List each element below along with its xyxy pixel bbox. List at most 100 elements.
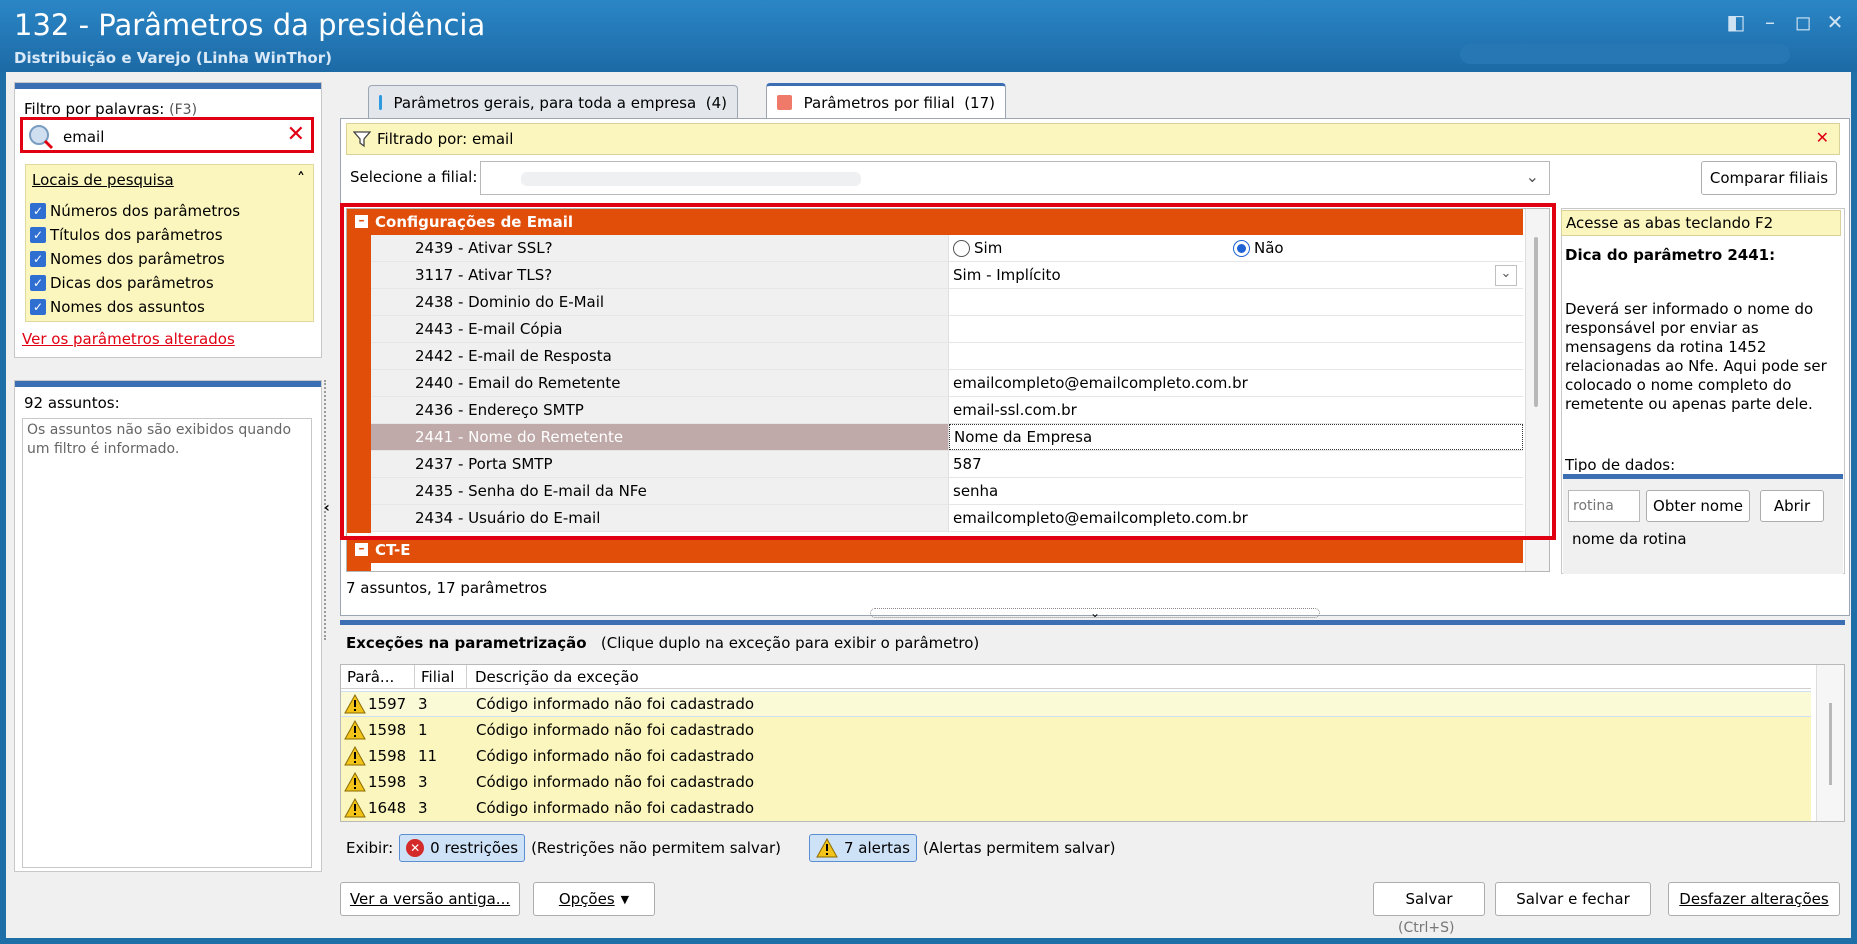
chevron-down-icon: ⌄ [1525, 167, 1539, 186]
data-type-label: Tipo de dados: [1565, 456, 1676, 472]
highlight-frame [340, 203, 1556, 540]
search-value: email [63, 128, 105, 146]
vertical-splitter[interactable]: ⌄ [870, 606, 1320, 620]
check-icon: ✓ [30, 227, 46, 243]
exception-filial: 3 [418, 773, 428, 791]
old-version-button[interactable]: Ver a versão antiga... [340, 882, 520, 916]
save-shortcut: (Ctrl+S) [1398, 920, 1455, 936]
routine-name: nome da rotina [1572, 530, 1687, 548]
subjects-note: Os assuntos não são exibidos quando um f… [22, 418, 312, 868]
exception-param: 1597 [368, 695, 407, 713]
exception-row[interactable]: 1598 3 Código informado não foi cadastrado [341, 769, 1811, 795]
exception-row[interactable]: 1598 1 Código informado não foi cadastrado [341, 717, 1811, 743]
group-header-cte[interactable]: – CT-E [347, 537, 1523, 563]
routine-box [1563, 474, 1843, 574]
folder-icon [777, 95, 792, 110]
check-icon: ✓ [30, 251, 46, 267]
check-icon: ✓ [30, 299, 46, 315]
tab-general-params[interactable]: Parâmetros gerais, para toda a empresa (… [368, 85, 738, 119]
exceptions-legend: Exibir: ✕ 0 restrições (Restrições não p… [346, 834, 1116, 862]
exception-desc: Código informado não foi cadastrado [476, 695, 755, 713]
checkbox-param-numbers[interactable]: ✓ Números dos parâmetros [30, 199, 240, 223]
branch-select[interactable]: ⌄ [480, 161, 1550, 195]
warning-icon [344, 772, 366, 792]
checkbox-param-tips[interactable]: ✓ Dicas dos parâmetros [30, 271, 240, 295]
exception-param: 1598 [368, 773, 407, 791]
routine-input[interactable] [1568, 490, 1640, 522]
tab-branch-params[interactable]: Parâmetros por filial (17) [766, 83, 1006, 119]
check-icon: ✓ [30, 275, 46, 291]
exception-desc: Código informado não foi cadastrado [476, 799, 755, 817]
search-input[interactable]: email ✕ [20, 117, 314, 153]
exception-desc: Código informado não foi cadastrado [476, 721, 755, 739]
exceptions-header: Exceções na parametrização (Clique duplo… [346, 634, 980, 652]
clear-search-icon[interactable]: ✕ [287, 122, 305, 147]
checkbox-subject-names[interactable]: ✓ Nomes dos assuntos [30, 295, 240, 319]
get-name-button[interactable]: Obter nome [1646, 490, 1750, 522]
collapse-left-icon[interactable]: ‹ [324, 500, 330, 516]
filter-text: Filtrado por: email [377, 130, 514, 148]
exception-desc: Código informado não foi cadastrado [476, 773, 755, 791]
exceptions-table: Parâ... Filial Descrição da exceção 1597… [340, 664, 1845, 822]
exception-desc: Código informado não foi cadastrado [476, 747, 755, 765]
warning-icon [344, 798, 366, 818]
tabs-hint: Acesse as abas teclando F2 [1561, 210, 1841, 236]
collapse-icon[interactable]: ˄ [297, 169, 305, 188]
col-filial[interactable]: Filial [415, 665, 467, 688]
open-button[interactable]: Abrir [1760, 490, 1824, 522]
locations-title: Locais de pesquisa [32, 171, 174, 189]
close-icon[interactable]: ✕ [1822, 10, 1848, 34]
exception-filial: 1 [418, 721, 428, 739]
exception-filial: 11 [418, 747, 438, 765]
restore-icon[interactable]: ◧ [1723, 10, 1749, 34]
tip-heading: Dica do parâmetro 2441: [1565, 246, 1776, 264]
exception-row[interactable]: 1648 3 Código informado não foi cadastrado [341, 795, 1811, 821]
compare-branches-button[interactable]: Comparar filiais [1701, 161, 1837, 195]
collapse-group-icon[interactable]: – [355, 542, 368, 556]
folder-icon [379, 95, 382, 110]
alerts-toggle[interactable]: 7 alertas [809, 834, 917, 862]
funnel-icon [353, 131, 371, 148]
save-close-button[interactable]: Salvar e fechar [1495, 882, 1651, 916]
col-param[interactable]: Parâ... [341, 665, 415, 688]
window-title: 132 - Parâmetros da presidência [14, 8, 486, 42]
error-icon: ✕ [406, 839, 425, 857]
exceptions-scrollbar[interactable] [1816, 665, 1844, 821]
checkbox-param-titles[interactable]: ✓ Títulos dos parâmetros [30, 223, 240, 247]
warning-icon [344, 746, 366, 766]
caret-down-icon: ▼ [620, 892, 630, 906]
window-subtitle: Distribuição e Varejo (Linha WinThor) [14, 49, 332, 67]
grid-footer: 7 assuntos, 17 parâmetros [346, 579, 548, 597]
scroll-thumb[interactable] [1829, 703, 1832, 785]
maximize-icon[interactable]: ◻ [1790, 10, 1816, 34]
branch-label: Selecione a filial: [350, 168, 478, 186]
exception-row[interactable]: 1598 11 Código informado não foi cadastrad… [341, 743, 1811, 769]
redacted-branch [521, 172, 861, 186]
warning-icon [344, 694, 366, 714]
exception-row[interactable]: 1597 3 Código informado não foi cadastrado [341, 691, 1811, 717]
altered-params-link[interactable]: Ver os parâmetros alterados [22, 330, 235, 348]
checkbox-param-names[interactable]: ✓ Nomes dos parâmetros [30, 247, 240, 271]
col-desc[interactable]: Descrição da exceção [467, 665, 1811, 688]
subjects-count: 92 assuntos: [24, 394, 120, 412]
clear-filter-icon[interactable]: ✕ [1816, 128, 1829, 147]
save-button[interactable]: Salvar [1373, 882, 1485, 916]
exception-param: 1598 [368, 721, 407, 739]
exception-filial: 3 [418, 695, 428, 713]
filter-bar: Filtrado por: email ✕ [346, 123, 1840, 155]
search-locations: Locais de pesquisa ˄ ✓ Números dos parâme… [25, 164, 314, 322]
warning-icon [816, 838, 838, 858]
chevron-down-icon[interactable]: ⌄ [1090, 606, 1100, 620]
exception-param: 1598 [368, 747, 407, 765]
tip-body: Deverá ser informado o nome do responsáv… [1565, 300, 1827, 413]
minimize-icon[interactable]: – [1757, 10, 1783, 34]
exceptions-panel: Exceções na parametrização (Clique duplo… [340, 620, 1845, 867]
redacted-bar [1460, 44, 1790, 64]
exception-param: 1648 [368, 799, 407, 817]
exception-filial: 3 [418, 799, 428, 817]
check-icon: ✓ [30, 203, 46, 219]
options-button[interactable]: Opções ▼ [533, 882, 655, 916]
warning-icon [344, 720, 366, 740]
restrictions-toggle[interactable]: ✕ 0 restrições [399, 834, 526, 862]
undo-changes-button[interactable]: Desfazer alterações [1668, 882, 1840, 916]
